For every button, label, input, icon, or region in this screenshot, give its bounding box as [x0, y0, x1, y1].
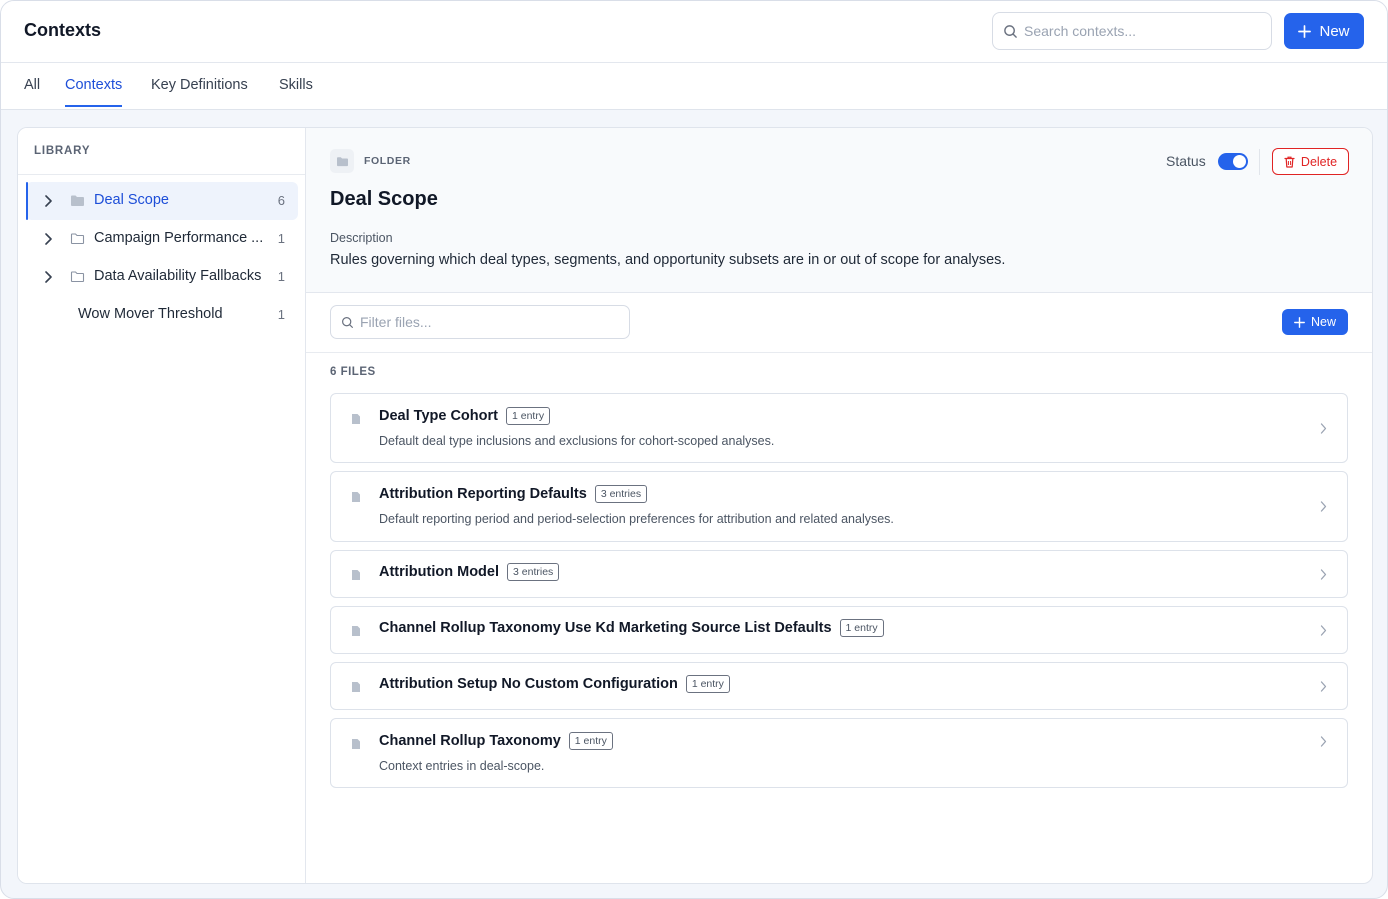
- file-title-row: Attribution Model 3 entries: [379, 563, 560, 581]
- chevron-right-icon[interactable]: [44, 233, 53, 245]
- file-title-row: Deal Type Cohort 1 entry: [379, 407, 551, 425]
- description-text: Rules governing which deal types, segmen…: [330, 252, 1006, 268]
- file-description: Context entries in deal-scope.: [379, 759, 545, 773]
- search-input[interactable]: [1024, 23, 1254, 39]
- file-title-row: Attribution Setup No Custom Configuratio…: [379, 675, 730, 693]
- plus-icon: [1294, 316, 1305, 328]
- entry-count-badge: 1 entry: [568, 732, 613, 750]
- files-count: 6 FILES: [330, 366, 376, 378]
- main-panel: LIBRARY Deal Scope 6 Campaign Performanc…: [17, 127, 1373, 884]
- tab-bar: All Contexts Key Definitions Skills: [1, 63, 1387, 110]
- library-heading: LIBRARY: [34, 145, 91, 157]
- chevron-right-icon: [1320, 681, 1327, 692]
- chevron-right-icon: [1320, 501, 1327, 512]
- detail-pane: FOLDER Deal Scope Description Rules gove…: [306, 128, 1372, 883]
- file-card[interactable]: Channel Rollup Taxonomy 1 entry Context …: [330, 718, 1348, 788]
- folder-icon: [70, 233, 85, 245]
- sidebar-item-label: Deal Scope: [94, 192, 169, 208]
- search-icon: [1004, 24, 1017, 38]
- file-title: Attribution Reporting Defaults: [379, 486, 587, 502]
- file-description: Default reporting period and period-sele…: [379, 512, 894, 526]
- file-icon: [352, 626, 360, 636]
- divider: [18, 174, 305, 175]
- file-title: Channel Rollup Taxonomy Use Kd Marketing…: [379, 620, 832, 636]
- sidebar-item-count: 6: [277, 193, 285, 208]
- status-toggle[interactable]: [1218, 153, 1248, 170]
- app-window: Contexts New All Contexts Key Definition…: [0, 0, 1388, 899]
- entry-count-badge: 3 entries: [507, 563, 560, 581]
- chevron-right-icon[interactable]: [44, 195, 53, 207]
- folder-filled-icon: [71, 195, 84, 206]
- tab-all[interactable]: All: [24, 77, 40, 105]
- file-title: Channel Rollup Taxonomy: [379, 733, 561, 749]
- filter-files-input[interactable]: [360, 314, 620, 330]
- file-title-row: Attribution Reporting Defaults 3 entries: [379, 485, 648, 503]
- tab-contexts[interactable]: Contexts: [65, 77, 123, 107]
- file-icon: [352, 739, 360, 749]
- delete-button-label: Delete: [1300, 154, 1338, 169]
- chevron-right-icon: [1320, 569, 1327, 580]
- entry-count-badge: 1 entry: [685, 675, 730, 693]
- plus-icon: [1298, 24, 1312, 38]
- file-card[interactable]: Attribution Reporting Defaults 3 entries…: [330, 471, 1348, 542]
- folder-icon: [70, 271, 85, 283]
- file-icon: [352, 414, 360, 424]
- sidebar-item-label: Data Availability Fallbacks: [94, 268, 262, 284]
- file-icon: [352, 682, 360, 692]
- sidebar-item-data-availability-fallbacks[interactable]: Data Availability Fallbacks 1: [26, 258, 298, 296]
- file-card[interactable]: Attribution Model 3 entries: [330, 550, 1348, 598]
- chevron-right-icon: [1320, 736, 1327, 747]
- file-card[interactable]: Deal Type Cohort 1 entry Default deal ty…: [330, 393, 1348, 463]
- top-bar: Contexts New: [1, 1, 1387, 63]
- detail-title: Deal Scope: [330, 188, 438, 210]
- sidebar-item-count: 1: [277, 231, 285, 246]
- file-title-row: Channel Rollup Taxonomy 1 entry: [379, 732, 613, 750]
- item-kind-label: FOLDER: [364, 155, 411, 167]
- delete-button[interactable]: Delete: [1272, 148, 1349, 175]
- new-button[interactable]: New: [1284, 13, 1364, 49]
- new-file-button-label: New: [1310, 315, 1336, 329]
- file-title-row: Channel Rollup Taxonomy Use Kd Marketing…: [379, 619, 884, 637]
- tab-skills[interactable]: Skills: [279, 77, 313, 105]
- trash-icon: [1284, 156, 1295, 168]
- entry-count-badge: 3 entries: [594, 485, 648, 503]
- file-description: Default deal type inclusions and exclusi…: [379, 434, 775, 448]
- file-card[interactable]: Attribution Setup No Custom Configuratio…: [330, 662, 1348, 710]
- divider: [1259, 149, 1260, 175]
- new-button-label: New: [1319, 22, 1350, 40]
- page-title: Contexts: [24, 20, 102, 40]
- folder-kind-icon: [330, 149, 354, 173]
- description-label: Description: [330, 231, 393, 245]
- file-card[interactable]: Channel Rollup Taxonomy Use Kd Marketing…: [330, 606, 1348, 654]
- sidebar-item-label: Wow Mover Threshold: [78, 306, 223, 322]
- sidebar-item-campaign-performance[interactable]: Campaign Performance ... 1: [26, 220, 298, 258]
- file-title: Deal Type Cohort: [379, 408, 498, 424]
- sidebar-item-deal-scope[interactable]: Deal Scope 6: [26, 182, 298, 220]
- sidebar-item-wow-mover-threshold[interactable]: Wow Mover Threshold 1: [26, 296, 298, 334]
- file-icon: [352, 570, 360, 580]
- new-file-button[interactable]: New: [1282, 309, 1348, 335]
- sidebar-item-count: 1: [277, 307, 285, 322]
- file-title: Attribution Model: [379, 564, 500, 580]
- divider: [306, 352, 1372, 353]
- sidebar-item-count: 1: [277, 269, 285, 284]
- file-title: Attribution Setup No Custom Configuratio…: [379, 676, 678, 692]
- chevron-right-icon[interactable]: [44, 271, 53, 283]
- chevron-right-icon: [1320, 625, 1327, 636]
- entry-count-badge: 1 entry: [505, 407, 551, 425]
- search-box[interactable]: [992, 12, 1272, 50]
- item-kind: FOLDER: [330, 149, 411, 173]
- search-icon: [342, 316, 353, 328]
- sidebar-item-label: Campaign Performance ...: [94, 230, 264, 246]
- detail-header: FOLDER Deal Scope Description Rules gove…: [306, 128, 1372, 293]
- file-icon: [352, 492, 360, 502]
- entry-count-badge: 1 entry: [839, 619, 884, 637]
- library-sidebar: LIBRARY Deal Scope 6 Campaign Performanc…: [18, 128, 306, 883]
- chevron-right-icon: [1320, 423, 1327, 434]
- filter-box[interactable]: [330, 305, 630, 339]
- status-label: Status: [1166, 153, 1206, 169]
- tab-key-definitions[interactable]: Key Definitions: [151, 77, 248, 105]
